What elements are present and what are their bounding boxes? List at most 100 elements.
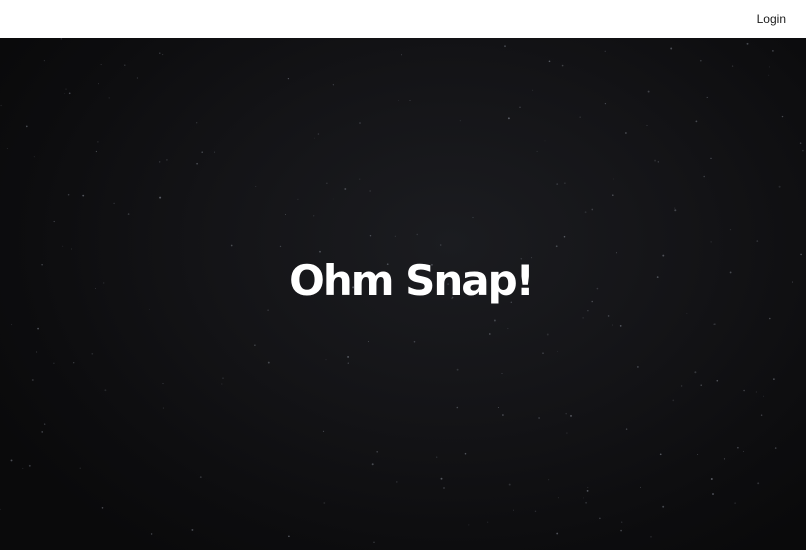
star-dot [222, 377, 224, 379]
star-dot [369, 190, 371, 192]
star-dot [802, 149, 804, 152]
star-dot [468, 524, 470, 526]
star-dot [585, 501, 588, 504]
star-dot [288, 535, 290, 538]
star-dot [98, 83, 99, 85]
star-dot [359, 122, 361, 124]
star-dot [191, 528, 194, 531]
star-dot [650, 536, 652, 538]
star-dot [148, 308, 150, 310]
star-dot [254, 344, 256, 347]
star-dot [199, 476, 202, 478]
star-dot [579, 116, 581, 118]
star-dot [800, 253, 802, 256]
star-dot [714, 323, 716, 325]
star-dot [127, 213, 130, 215]
star-dot [159, 52, 161, 54]
star-dot [654, 159, 657, 162]
star-dot [214, 151, 216, 153]
star-dot [737, 446, 739, 449]
star-dot [657, 161, 659, 163]
star-dot [586, 489, 589, 492]
star-dot [674, 207, 676, 209]
star-dot [443, 487, 445, 489]
star-dot [769, 317, 771, 320]
star-dot [612, 194, 614, 196]
star-dot [41, 431, 44, 433]
star-dot [44, 423, 46, 425]
star-dot [401, 54, 402, 56]
star-dot [10, 459, 13, 462]
star-dot [647, 90, 650, 93]
star-dot [587, 310, 589, 312]
star-dot [347, 355, 350, 358]
star-dot [314, 137, 315, 139]
star-dot [196, 122, 198, 124]
star-dot [28, 464, 31, 467]
star-dot [507, 327, 509, 330]
star-dot [398, 99, 399, 101]
star-dot [284, 213, 287, 216]
star-dot [512, 509, 514, 511]
star-dot [159, 161, 161, 163]
star-dot [694, 371, 697, 374]
star-dot [680, 385, 683, 387]
star-dot [712, 493, 714, 495]
star-dot [367, 341, 369, 343]
star-dot [781, 115, 784, 118]
star-dot [604, 103, 607, 105]
star-dot [501, 414, 504, 416]
hero-section: Ohm Snap! [0, 38, 806, 550]
star-dot [710, 478, 713, 480]
star-dot [487, 521, 489, 523]
star-dot [713, 323, 715, 325]
star-dot [620, 529, 622, 532]
star-dot [591, 208, 594, 211]
star-dot [570, 414, 572, 417]
star-dot [536, 150, 538, 152]
login-link[interactable]: Login [757, 12, 786, 26]
star-dot [369, 234, 372, 237]
star-dot [325, 359, 327, 361]
star-dot [279, 245, 282, 248]
star-dot [584, 211, 587, 214]
star-dot [395, 481, 398, 483]
star-dot [67, 193, 70, 196]
star-dot [613, 178, 614, 180]
star-dot [697, 453, 699, 456]
star-dot [25, 125, 28, 128]
star-dot [619, 325, 622, 327]
star-dot [53, 362, 55, 364]
star-dot [662, 505, 665, 508]
star-dot [743, 450, 744, 452]
star-dot [670, 47, 673, 50]
star-dot [755, 391, 757, 393]
star-dot [65, 88, 67, 90]
star-dot [64, 92, 66, 94]
star-dot [757, 482, 760, 485]
star-dot [564, 182, 566, 184]
star-dot [695, 120, 698, 123]
star-dot [743, 389, 745, 392]
star-dot [729, 228, 732, 231]
star-dot [625, 132, 627, 134]
star-dot [472, 216, 474, 219]
star-dot [73, 362, 75, 364]
star-dot [97, 141, 99, 143]
star-dot [287, 77, 290, 80]
star-dot [799, 142, 802, 144]
star-dot [504, 45, 506, 48]
star-dot [556, 183, 559, 185]
star-dot [760, 414, 763, 416]
star-dot [561, 64, 564, 67]
star-dot [347, 362, 349, 364]
star-dot [548, 479, 550, 481]
star-dot [565, 412, 567, 415]
star-dot [674, 209, 677, 212]
star-dot [53, 220, 55, 223]
star-dot [33, 156, 35, 158]
star-dot [36, 351, 38, 353]
star-dot [507, 117, 510, 120]
star-dot [439, 244, 442, 246]
star-dot [497, 407, 499, 408]
